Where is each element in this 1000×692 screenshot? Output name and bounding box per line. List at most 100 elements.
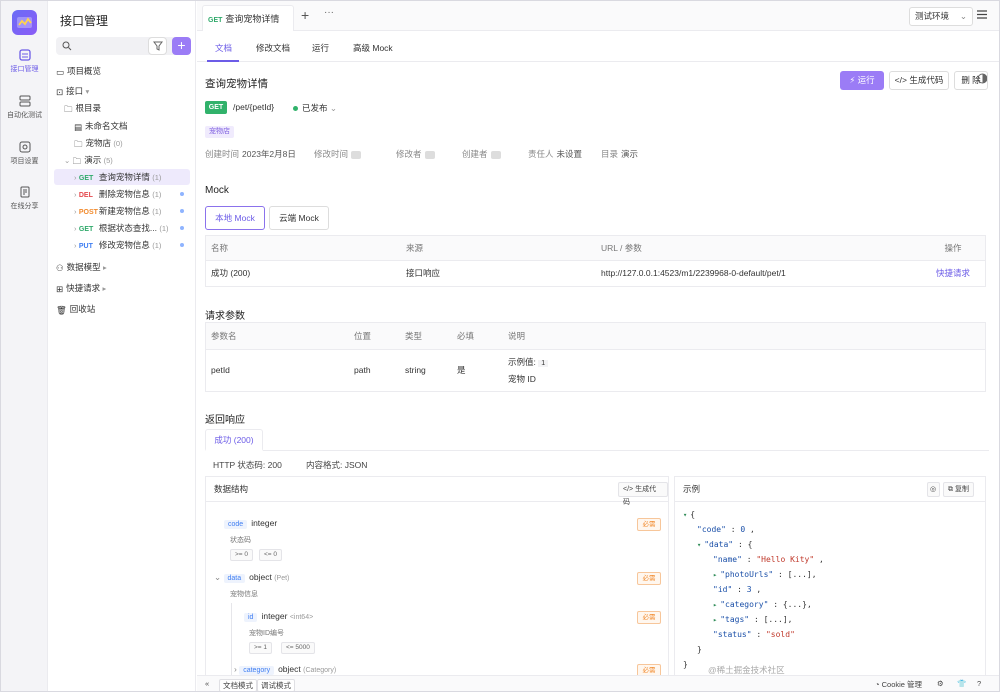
tree-search-input[interactable] [56, 37, 190, 55]
json-line: "status" : "sold" [713, 630, 795, 639]
shirt-icon[interactable]: 👕 [957, 679, 966, 688]
debug-mode-button[interactable]: 调试模式 [257, 679, 295, 691]
status-dot [180, 192, 184, 196]
folder-icon: 🗀 [72, 155, 82, 166]
schema-generate-code-button[interactable]: </> 生成代码 [618, 482, 668, 506]
api-path: /pet/{petId} [233, 102, 275, 112]
expand-icon[interactable]: ▸ [713, 601, 717, 609]
app-logo[interactable] [12, 10, 37, 35]
mock-table: 名称 来源 URL / 参数 操作 成功 (200) 接口响应 http://1… [205, 235, 986, 287]
col-action: 操作 [916, 236, 985, 260]
doc-mode-button[interactable]: 文档模式 [219, 679, 257, 691]
tree-endpoint[interactable]: › POST新建宠物信息 (1) [54, 203, 190, 219]
schema-field: id integer <int64> [244, 611, 313, 622]
model-icon: ⚇ [56, 262, 64, 273]
tree-item-overview[interactable]: ▭ 项目概览 [56, 63, 101, 79]
tab-edit-doc[interactable]: 修改文档 [256, 42, 290, 54]
tab-run[interactable]: 运行 [312, 42, 329, 54]
local-mock-tab[interactable]: 本地 Mock [205, 206, 265, 230]
rail-item-automation[interactable]: 自动化测试 [1, 95, 48, 120]
api-icon [18, 49, 31, 61]
copy-button[interactable]: ⧉ 复制 [943, 482, 974, 497]
tab-advanced-mock[interactable]: 高级 Mock [353, 42, 393, 54]
generate-code-button[interactable]: </> 生成代码 [889, 71, 949, 90]
meta-modified: 修改时间 [314, 148, 362, 160]
tree-endpoint[interactable]: › PUT 修改宠物信息 (1) [54, 237, 190, 253]
status-select[interactable]: 已发布 ⌄ [293, 102, 337, 114]
tree-item-recycle-bin[interactable]: 🗑 回收站 [56, 301, 95, 317]
table-row: petId path string 是 示例值: 1 宠物 ID [206, 348, 985, 391]
run-button[interactable]: ⚡ 运行 [840, 71, 884, 90]
chevron-right-icon: › [74, 190, 77, 199]
expand-icon[interactable]: ▸ [713, 616, 717, 624]
response-tab[interactable]: 成功 (200) [205, 429, 263, 451]
col-url: URL / 参数 [596, 236, 916, 260]
json-line: ▸ "photoUrls" : [...], [713, 570, 817, 579]
tree-item-api-root[interactable]: ⊡ 接口 ▾ [56, 83, 89, 99]
dropdown-icon: ▾ [85, 87, 90, 96]
col-source: 来源 [401, 236, 596, 260]
mock-url[interactable]: http://127.0.0.1:4523/m1/2239968-0-defau… [596, 259, 916, 286]
search-icon [62, 41, 72, 51]
tree-endpoint[interactable]: › DEL 删除宠物信息 (1) [54, 186, 190, 202]
cookie-manager-button[interactable]: ◔ Cookie 管理 [875, 679, 922, 690]
meta-created: 创建时间 2023年2月8日 [205, 149, 296, 159]
quick-request-link[interactable]: 快捷请求 [916, 259, 985, 286]
chevron-right-icon: › [74, 241, 77, 250]
col-name: 名称 [206, 236, 401, 260]
tree-item-unnamed-doc[interactable]: ▤ 未命名文档 [74, 118, 128, 134]
schema-title: 数据结构 [206, 477, 668, 502]
collapse-sidebar-icon[interactable]: « [205, 679, 209, 688]
meta-owner: 责任人 未设置 [528, 149, 583, 159]
filter-button[interactable] [148, 37, 167, 55]
mock-heading: Mock [205, 185, 229, 196]
rail-item-settings[interactable]: 项目设置 [1, 141, 48, 166]
schema-field[interactable]: ⌄ data object (Pet) [214, 572, 289, 583]
meta-modifier: 修改者 [396, 148, 435, 160]
more-icon[interactable]: ··· [324, 7, 334, 18]
add-button[interactable]: + [172, 37, 191, 55]
chevron-down-icon: ⌄ [959, 11, 967, 21]
tag-chip: 宠物店 [205, 126, 234, 138]
help-icon[interactable]: ? [977, 679, 981, 688]
tree-item-pet-store[interactable]: 🗀 宠物店 (0) [74, 135, 123, 151]
tree-item-quick-request[interactable]: ⊞ 快捷请求 ▸ [56, 280, 106, 296]
nav-rail: 接口管理 自动化测试 项目设置 在线分享 [1, 1, 48, 691]
tree-title: 接口管理 [60, 14, 109, 28]
sub-tabs: 文档 修改文档 运行 高级 Mock [197, 32, 999, 84]
schema-panel: 数据结构 </> 生成代码 code integer 状态码 >= 0 <= 0 … [205, 476, 669, 691]
collapse-icon[interactable]: ▾ [683, 511, 687, 519]
tree-endpoint[interactable]: › GET 根据状态查找... (1) [54, 220, 190, 236]
json-line: "code" : 0 , [697, 525, 755, 534]
tab-doc[interactable]: 文档 [215, 42, 232, 54]
status-dot [180, 243, 184, 247]
tree-item-root-dir[interactable]: 🗀 根目录 [64, 100, 101, 116]
format-icon[interactable]: ◎ [927, 482, 940, 497]
main-area: GET 查询宠物详情 + ··· 测试环境 ⌄ 文档 修改文档 运行 高级 Mock… [197, 1, 999, 691]
cloud-mock-tab[interactable]: 云端 Mock [269, 206, 329, 230]
tree-endpoint[interactable]: › GET 查询宠物详情 (1) [54, 169, 190, 185]
collapse-icon[interactable]: ▾ [697, 541, 701, 549]
json-line: } [697, 645, 702, 654]
rail-item-share[interactable]: 在线分享 [1, 186, 48, 211]
rail-item-api[interactable]: 接口管理 [1, 49, 48, 74]
tree-item-data-models[interactable]: ⚇ 数据模型 ▸ [56, 259, 107, 275]
chevron-down-icon: ⌄ [64, 156, 71, 165]
settings-icon[interactable]: ⚙ [937, 679, 944, 688]
expand-icon[interactable]: ▸ [713, 571, 717, 579]
delete-button[interactable]: 删 除 [954, 71, 988, 90]
tab-api-detail[interactable]: GET 查询宠物详情 [202, 5, 294, 31]
divider [205, 450, 989, 451]
api-folder-icon: ⊡ [56, 86, 64, 97]
new-tab-button[interactable]: + [301, 7, 309, 23]
menu-icon[interactable] [977, 10, 987, 19]
overview-icon: ▭ [56, 66, 65, 77]
app-window: 接口管理 自动化测试 项目设置 在线分享 接口管理 + ▭ 项目概览 ⊡ 接口 ▾ [0, 0, 1000, 692]
schema-field[interactable]: › category object (Category) [234, 664, 336, 675]
doc-content: 查询宠物详情 ⚡ 运行 </> 生成代码 删 除 GET /pet/{petId… [197, 63, 999, 691]
tree-item-demo[interactable]: ⌄ 🗀 演示 (5) [64, 152, 113, 168]
tab-bar: GET 查询宠物详情 + ··· 测试环境 ⌄ [197, 1, 999, 31]
settings-icon [19, 141, 30, 153]
example-panel: 示例 ◎ ⧉ 复制 ▾{ "code" : 0 , ▾ "data" : { "n… [674, 476, 986, 691]
environment-select[interactable]: 测试环境 ⌄ [909, 7, 973, 26]
